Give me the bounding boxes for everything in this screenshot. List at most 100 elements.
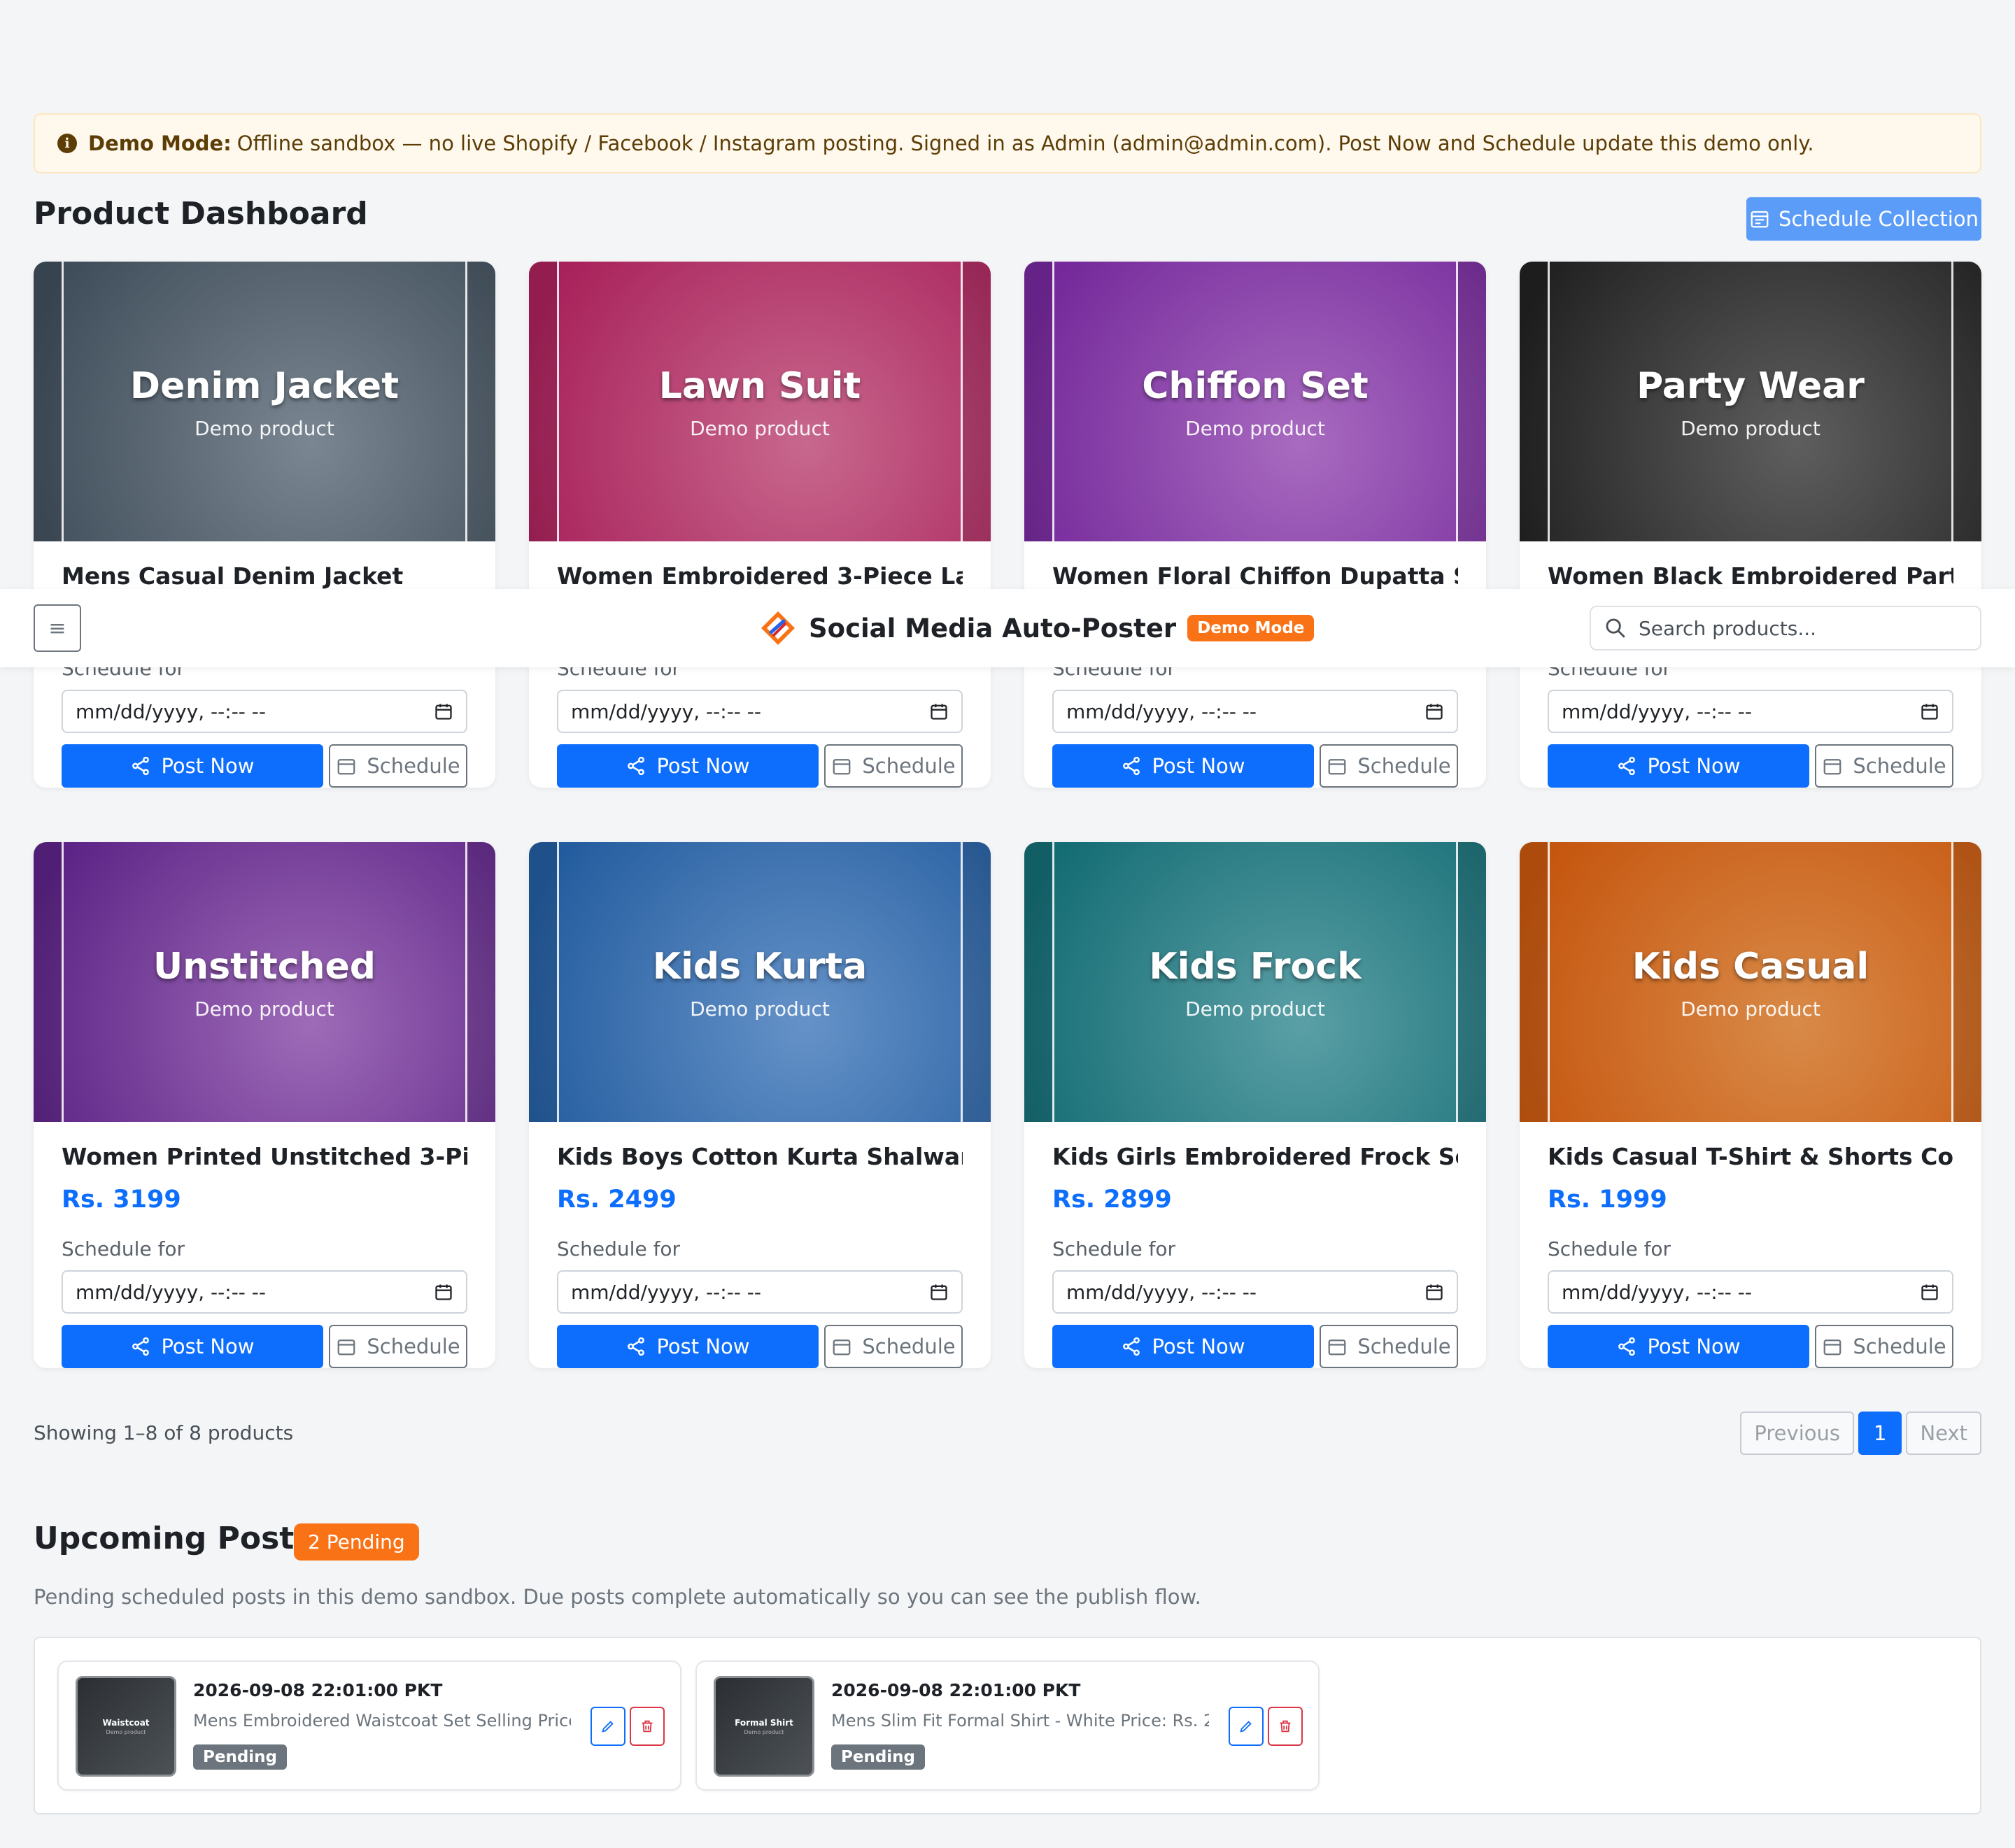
share-icon xyxy=(1616,1336,1637,1357)
calendar-icon[interactable] xyxy=(1424,702,1444,721)
product-card: Unstitched Demo product Women Printed Unst… xyxy=(34,842,495,1368)
share-icon xyxy=(1121,755,1142,776)
schedule-collection-button[interactable]: Schedule Collection xyxy=(1746,197,1981,241)
schedule-button[interactable]: Schedule xyxy=(1815,744,1953,788)
post-now-button[interactable]: Post Now xyxy=(557,1325,819,1368)
product-thumbnail: Denim Jacket Demo product xyxy=(34,262,495,541)
calendar-icon xyxy=(1822,755,1843,776)
calendar-icon xyxy=(336,755,357,776)
card-actions: Post Now Schedule xyxy=(1052,1325,1458,1368)
product-name: Women Embroidered 3-Piece Lawn ... xyxy=(557,562,963,590)
post-now-label: Post Now xyxy=(656,1335,750,1358)
product-card: Lawn Suit Demo product Women Embroidered 3… xyxy=(529,262,991,788)
edit-post-button[interactable] xyxy=(1229,1707,1264,1746)
calendar-icon[interactable] xyxy=(434,1282,453,1302)
schedule-datetime-input[interactable]: mm/dd/yyyy, --:-- -- xyxy=(1548,690,1953,733)
post-now-button[interactable]: Post Now xyxy=(1548,744,1809,788)
calendar-icon[interactable] xyxy=(929,1282,949,1302)
post-now-button[interactable]: Post Now xyxy=(62,744,323,788)
delete-post-button[interactable] xyxy=(630,1707,665,1746)
product-card: Party Wear Demo product Women Black Embroi… xyxy=(1520,262,1981,788)
product-card-body: Kids Casual T-Shirt & Shorts Combo Rs. 19… xyxy=(1520,1143,1981,1368)
schedule-datetime-input[interactable]: mm/dd/yyyy, --:-- -- xyxy=(1052,1270,1458,1314)
post-thumbnail: Formal Shirt Demo product xyxy=(714,1676,814,1777)
status-badge: Pending xyxy=(831,1744,926,1770)
schedule-datetime-input[interactable]: mm/dd/yyyy, --:-- -- xyxy=(1548,1270,1953,1314)
post-now-button[interactable]: Post Now xyxy=(1548,1325,1809,1368)
schedule-for-label: Schedule for xyxy=(1548,1237,1671,1260)
schedule-button[interactable]: Schedule xyxy=(329,1325,467,1368)
product-thumbnail: Lawn Suit Demo product xyxy=(529,262,991,541)
calendar-icon[interactable] xyxy=(1424,1282,1444,1302)
product-name: Women Printed Unstitched 3-Piece ... xyxy=(62,1143,467,1170)
post-time: 2026-09-08 22:01:00 PKT xyxy=(193,1680,443,1700)
thumbnail-title: Party Wear xyxy=(1636,365,1865,407)
schedule-button[interactable]: Schedule xyxy=(1320,744,1458,788)
post-thumbnail: Waistcoat Demo product xyxy=(76,1676,176,1777)
schedule-button[interactable]: Schedule xyxy=(824,1325,963,1368)
thumbnail-title: Kids Kurta xyxy=(652,946,868,988)
search-box[interactable] xyxy=(1590,606,1981,651)
hamburger-icon: ≡ xyxy=(48,616,66,641)
post-now-button[interactable]: Post Now xyxy=(1052,1325,1314,1368)
schedule-button[interactable]: Schedule xyxy=(329,744,467,788)
search-icon xyxy=(1606,618,1625,638)
thumbnail-subtitle: Demo product xyxy=(690,997,830,1021)
thumbnail-subtitle: Demo product xyxy=(1681,417,1820,440)
product-price: Rs. 3199 xyxy=(62,1186,181,1214)
pencil-icon xyxy=(602,1721,614,1733)
product-name: Kids Girls Embroidered Frock Set xyxy=(1052,1143,1458,1170)
calendar-icon[interactable] xyxy=(1920,702,1939,721)
schedule-label: Schedule xyxy=(367,754,460,778)
upcoming-posts-panel: Waistcoat Demo product 2026-09-08 22:01:… xyxy=(34,1637,1981,1814)
post-now-button[interactable]: Post Now xyxy=(62,1325,323,1368)
schedule-button[interactable]: Schedule xyxy=(1815,1325,1953,1368)
product-thumbnail: Unstitched Demo product xyxy=(34,842,495,1122)
post-text: Mens Embroidered Waistcoat Set Selling P… xyxy=(193,1711,571,1730)
schedule-button[interactable]: Schedule xyxy=(1320,1325,1458,1368)
product-price: Rs. 1999 xyxy=(1548,1186,1667,1214)
page-1-button[interactable]: 1 xyxy=(1858,1412,1902,1455)
post-now-button[interactable]: Post Now xyxy=(557,744,819,788)
card-actions: Post Now Schedule xyxy=(1548,1325,1953,1368)
schedule-label: Schedule xyxy=(862,1335,956,1358)
search-input[interactable] xyxy=(1639,616,1960,640)
next-page-button[interactable]: Next xyxy=(1906,1412,1981,1455)
schedule-datetime-input[interactable]: mm/dd/yyyy, --:-- -- xyxy=(557,1270,963,1314)
delete-post-button[interactable] xyxy=(1268,1707,1303,1746)
schedule-datetime-input[interactable]: mm/dd/yyyy, --:-- -- xyxy=(1052,690,1458,733)
post-now-button[interactable]: Post Now xyxy=(1052,744,1314,788)
schedule-datetime-input[interactable]: mm/dd/yyyy, --:-- -- xyxy=(557,690,963,733)
edit-post-button[interactable] xyxy=(591,1707,625,1746)
schedule-label: Schedule xyxy=(367,1335,460,1358)
schedule-datetime-input[interactable]: mm/dd/yyyy, --:-- -- xyxy=(62,690,467,733)
schedule-button[interactable]: Schedule xyxy=(824,744,963,788)
calendar-icon[interactable] xyxy=(929,702,949,721)
calendar-icon xyxy=(831,1336,852,1357)
schedule-datetime-input[interactable]: mm/dd/yyyy, --:-- -- xyxy=(62,1270,467,1314)
trash-icon xyxy=(642,1720,653,1733)
post-thumbnail-title: Formal Shirt xyxy=(735,1717,793,1728)
post-thumbnail-subtitle: Demo product xyxy=(744,1728,784,1735)
schedule-label: Schedule xyxy=(1357,1335,1451,1358)
post-text: Mens Slim Fit Formal Shirt - White Price… xyxy=(831,1711,1209,1730)
calendar-icon xyxy=(1822,1336,1843,1357)
thumbnail-subtitle: Demo product xyxy=(195,417,334,440)
menu-toggle-button[interactable]: ≡ xyxy=(34,604,81,652)
calendar-icon[interactable] xyxy=(1920,1282,1939,1302)
previous-page-button[interactable]: Previous xyxy=(1740,1412,1854,1455)
calendar-list-icon xyxy=(1751,211,1769,228)
post-now-label: Post Now xyxy=(1647,754,1741,778)
trash-icon xyxy=(1280,1720,1291,1733)
share-icon xyxy=(1616,755,1637,776)
schedule-label: Schedule xyxy=(862,754,956,778)
card-actions: Post Now Schedule xyxy=(62,1325,467,1368)
thumbnail-title: Lawn Suit xyxy=(658,365,861,407)
info-icon: i xyxy=(57,134,77,153)
schedule-label: Schedule xyxy=(1357,754,1451,778)
calendar-icon[interactable] xyxy=(434,702,453,721)
upcoming-description: Pending scheduled posts in this demo san… xyxy=(34,1585,1201,1609)
thumbnail-subtitle: Demo product xyxy=(1681,997,1820,1021)
post-thumbnail-subtitle: Demo product xyxy=(106,1728,146,1735)
pagination: Previous 1 Next xyxy=(1740,1412,1981,1455)
